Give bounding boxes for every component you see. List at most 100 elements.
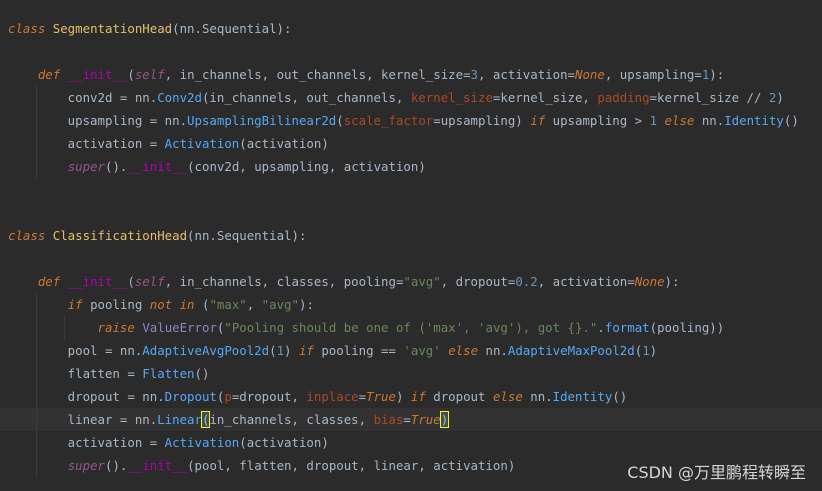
code-token: 1 [276, 343, 285, 358]
code-token: scale_factor [343, 113, 434, 128]
code-token: "avg" [261, 297, 299, 312]
code-token: ClassificationHead [52, 228, 188, 243]
code-token: =upsampling) [433, 113, 531, 128]
code-token: ): [298, 297, 314, 312]
code-token: "max" [209, 297, 247, 312]
code-token: None [575, 67, 605, 82]
code-token: super [67, 159, 105, 174]
code-token: dropout = nn. [8, 389, 165, 404]
code-token: upsampling > [545, 113, 650, 128]
code-token: () [783, 113, 799, 128]
code-token: in_channels, classes, [209, 412, 374, 427]
code-token: Activation [164, 136, 240, 151]
code-token: inplace [306, 389, 359, 404]
code-token: Identity [552, 389, 613, 404]
code-token: True [366, 389, 396, 404]
code-token: . [597, 320, 605, 335]
code-line[interactable] [8, 178, 822, 201]
code-token: linear = nn. [8, 412, 158, 427]
code-line[interactable] [8, 40, 822, 63]
indent-guide [36, 86, 37, 178]
code-token: self [134, 274, 165, 289]
code-token: flatten = [8, 366, 143, 381]
code-token: 1 [642, 343, 650, 358]
code-token: dropout [425, 389, 493, 404]
code-token: nn. [478, 343, 508, 358]
code-token: activation = [8, 435, 165, 450]
code-token: () [194, 366, 210, 381]
code-token: AdaptiveAvgPool2d [142, 343, 270, 358]
code-token: "Pooling should be one of ('max', 'avg')… [224, 320, 598, 335]
code-line[interactable]: flatten = Flatten() [8, 362, 822, 385]
code-token: nn. [522, 389, 553, 404]
code-token: (pooling)) [649, 320, 725, 335]
code-line[interactable] [8, 247, 822, 270]
code-line[interactable]: def __init__(self, in_channels, out_chan… [8, 63, 822, 86]
code-line[interactable]: dropout = nn.Dropout(p=dropout, inplace=… [8, 385, 822, 408]
code-line[interactable]: upsampling = nn.UpsamplingBilinear2d(sca… [8, 109, 822, 132]
code-line[interactable]: def __init__(self, in_channels, classes,… [8, 270, 822, 293]
code-token: super [67, 458, 105, 473]
code-token: ( [194, 297, 210, 312]
code-token: ): [709, 67, 725, 82]
code-line[interactable]: class ClassificationHead(nn.Sequential): [8, 224, 822, 247]
code-line[interactable]: activation = Activation(activation) [8, 132, 822, 155]
code-token: , activation= [537, 274, 635, 289]
code-token: (pool, flatten, dropout, linear, activat… [187, 458, 516, 473]
code-token: , [246, 297, 262, 312]
code-token: ( [336, 113, 344, 128]
code-token: (conv2d, upsampling, activation) [187, 159, 426, 174]
code-token: , in_channels, classes, pooling= [164, 274, 404, 289]
code-token: ) [649, 343, 658, 358]
code-token: if [67, 297, 83, 312]
code-token: Linear [157, 412, 202, 427]
code-token: padding [597, 90, 650, 105]
code-token: format [604, 320, 650, 335]
code-token: ) [439, 411, 450, 428]
code-token: True [410, 412, 441, 427]
code-token: Identity [724, 113, 784, 128]
code-token: ( [127, 274, 135, 289]
code-line[interactable]: class SegmentationHead(nn.Sequential): [8, 17, 822, 40]
code-editor[interactable]: class SegmentationHead(nn.Sequential): d… [0, 0, 822, 491]
code-token: __init__ [127, 458, 188, 473]
code-token: , in_channels, out_channels, kernel_size… [164, 67, 471, 82]
code-token: SegmentationHead [52, 21, 173, 36]
code-token: = [403, 412, 411, 427]
code-token: Dropout [164, 389, 217, 404]
code-line[interactable]: raise ValueError("Pooling should be one … [8, 316, 822, 339]
code-token: () [612, 389, 628, 404]
code-token: raise [97, 320, 135, 335]
code-token: not in [149, 297, 195, 312]
code-token: pooling == [313, 343, 404, 358]
code-token: __init__ [67, 274, 128, 289]
code-token: if [530, 113, 546, 128]
code-token: conv2d = nn. [8, 90, 158, 105]
code-line[interactable]: super().__init__(conv2d, upsampling, act… [8, 155, 822, 178]
code-token: 'avg' [403, 343, 441, 358]
code-line[interactable]: if pooling not in ("max", "avg"): [8, 293, 822, 316]
code-line[interactable]: activation = Activation(activation) [8, 431, 822, 454]
code-token: 3 [470, 67, 479, 82]
code-token: 1 [649, 113, 658, 128]
code-token: ) [776, 90, 784, 105]
code-line[interactable]: conv2d = nn.Conv2d(in_channels, out_chan… [8, 86, 822, 109]
code-token: class [8, 21, 53, 36]
watermark: CSDN @万里鹏程转瞬至 [627, 463, 806, 482]
code-token: (nn.Sequential): [172, 21, 292, 36]
code-token: =dropout, [231, 389, 307, 404]
code-line[interactable]: pool = nn.AdaptiveAvgPool2d(1) if poolin… [8, 339, 822, 362]
code-token: (activation) [239, 435, 329, 450]
code-token: , activation= [478, 67, 575, 82]
code-line[interactable] [8, 201, 822, 224]
code-line-current[interactable]: linear = nn.Linear(in_channels, classes,… [0, 408, 822, 431]
code-token: (activation) [239, 136, 329, 151]
code-token: , dropout= [440, 274, 516, 289]
code-token: self [134, 67, 165, 82]
